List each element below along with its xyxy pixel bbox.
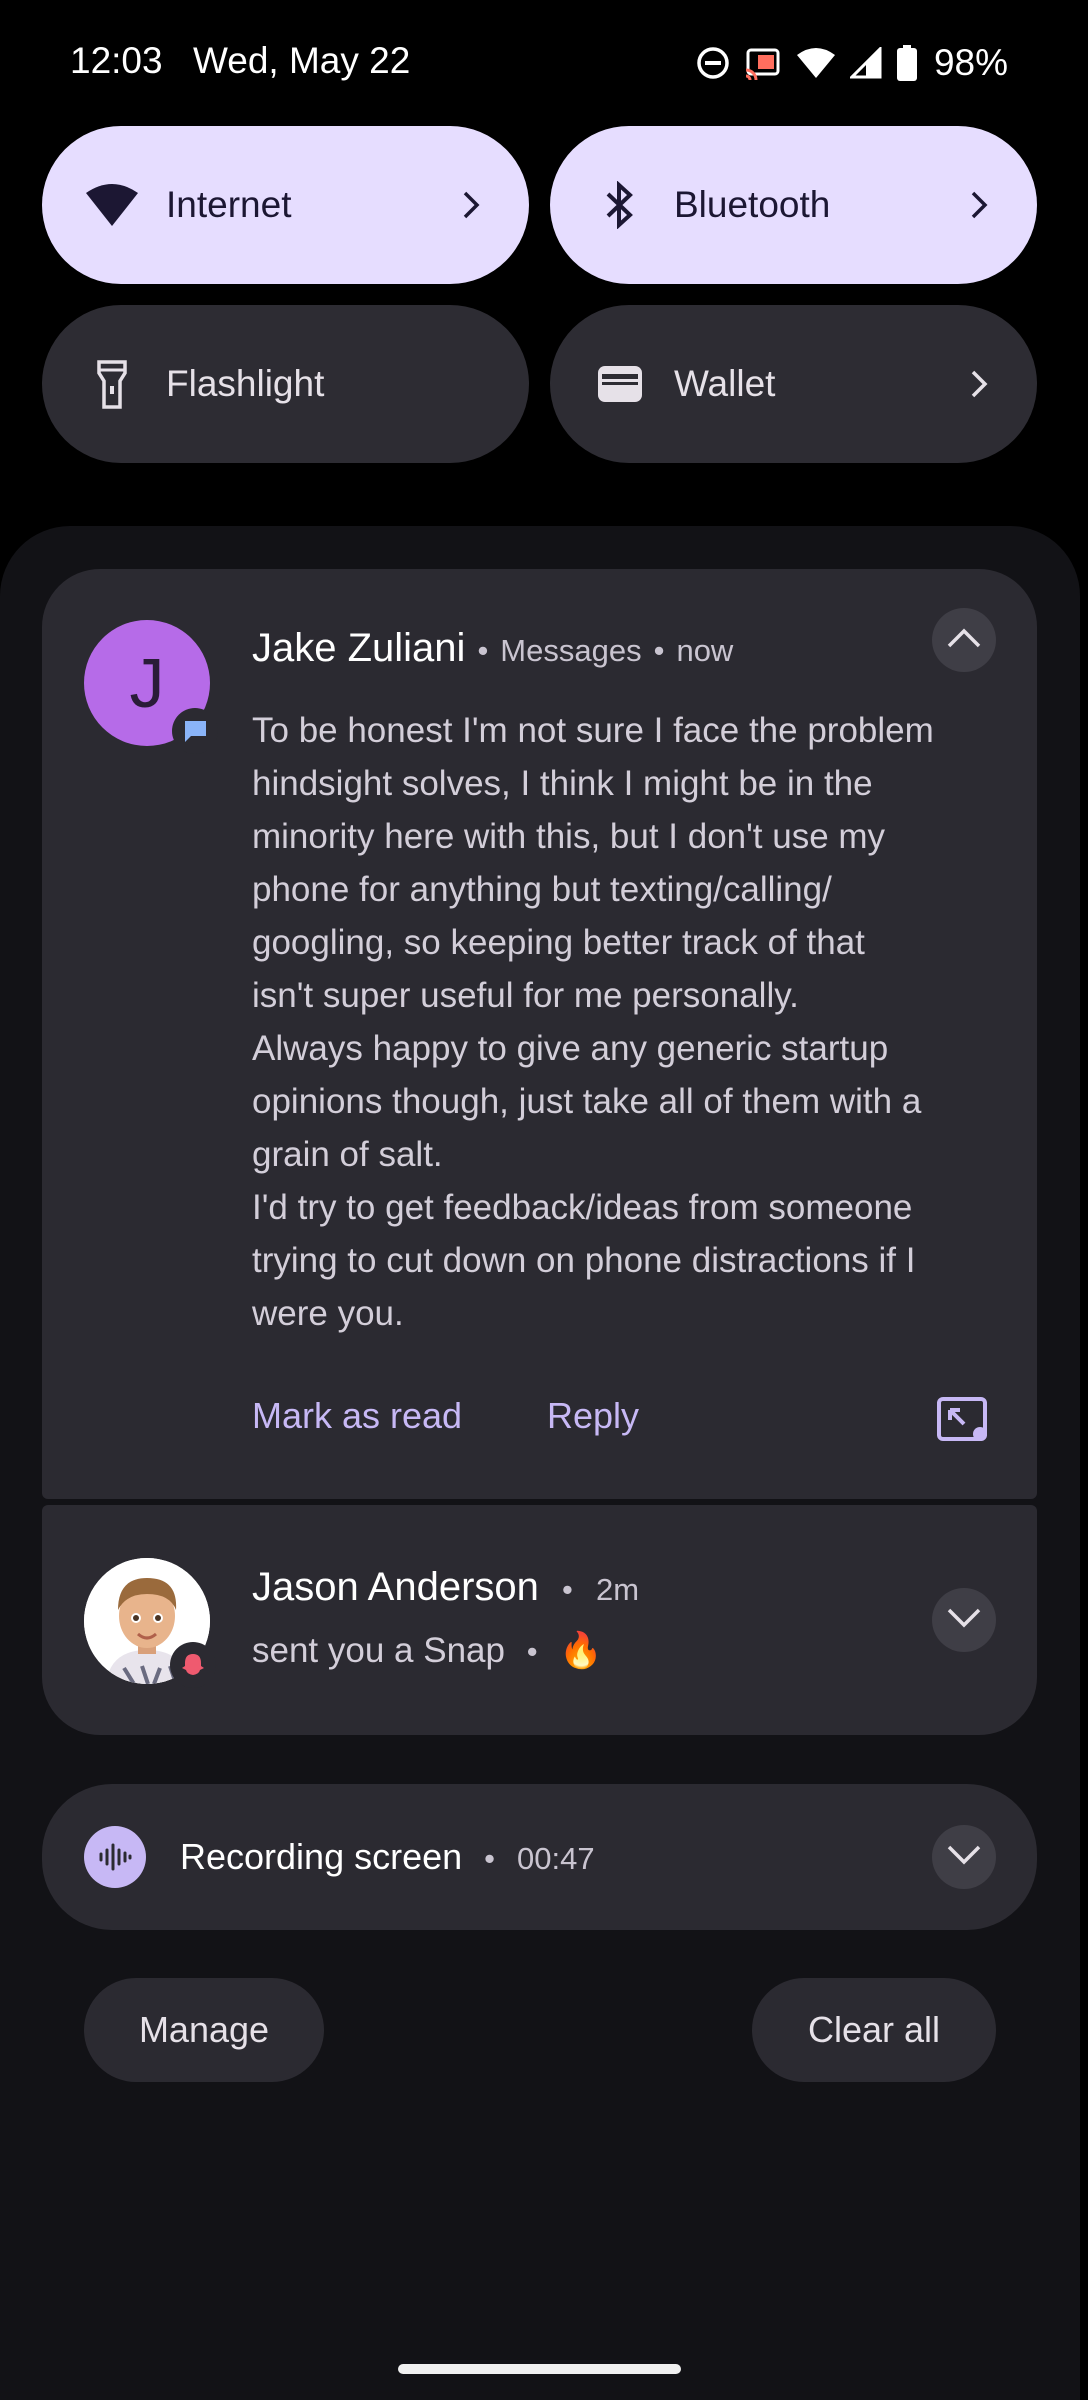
snap-message: sent you a Snap xyxy=(252,1631,505,1670)
collapse-button[interactable] xyxy=(932,608,996,672)
notification-time: 2m xyxy=(595,1572,640,1607)
clear-all-label: Clear all xyxy=(807,2009,941,2050)
bluetooth-icon xyxy=(592,177,648,233)
mark-as-read-button[interactable]: Mark as read xyxy=(252,1395,462,1437)
clear-all-button[interactable]: Clear all xyxy=(752,1978,996,2082)
app-name: Messages xyxy=(500,633,642,668)
message-line: Always happy to give any generic startup xyxy=(252,1029,889,1068)
chevron-right-icon xyxy=(961,366,997,402)
tile-flashlight[interactable]: Flashlight xyxy=(42,305,529,463)
battery-percentage: 98% xyxy=(933,42,1008,83)
tile-label: Internet xyxy=(166,184,292,225)
separator-dot: • xyxy=(653,633,665,668)
home-indicator[interactable] xyxy=(398,2364,681,2374)
sender-name: Jake Zuliani xyxy=(252,626,466,670)
tile-wallet[interactable]: Wallet xyxy=(550,305,1037,463)
avatar-letter: J xyxy=(129,644,165,722)
messages-app-icon xyxy=(172,708,218,754)
tile-label: Flashlight xyxy=(166,363,325,404)
status-time: 12:03 xyxy=(70,40,163,81)
do-not-disturb-icon xyxy=(696,46,730,80)
status-date: Wed, May 22 xyxy=(193,40,411,81)
flashlight-icon xyxy=(84,356,140,412)
status-icons: 98% xyxy=(696,40,1008,86)
tile-bluetooth[interactable]: Bluetooth xyxy=(550,126,1037,284)
battery-icon xyxy=(896,45,918,81)
message-body: To be honest I'm not sure I face the pro… xyxy=(252,704,992,1340)
separator-dot: • xyxy=(562,1572,573,1607)
recording-header: Recording screen • 00:47 xyxy=(180,1836,595,1878)
message-line: googling, so keeping better track of tha… xyxy=(252,923,865,962)
message-line: opinions though, just take all of them w… xyxy=(252,1082,922,1121)
wifi-icon xyxy=(796,47,836,79)
chevron-down-icon xyxy=(946,1607,982,1634)
recording-elapsed: 00:47 xyxy=(517,1841,595,1876)
sound-wave-icon xyxy=(84,1826,146,1888)
expand-button[interactable] xyxy=(932,1825,996,1889)
message-line: were you. xyxy=(252,1294,404,1333)
notification-time: now xyxy=(676,633,734,668)
wifi-icon xyxy=(84,177,140,233)
message-line: minority here with this, but I don't use… xyxy=(252,817,886,856)
snap-header: Jason Anderson • 2m xyxy=(252,1565,639,1610)
recording-title: Recording screen xyxy=(180,1836,463,1877)
chevron-up-icon xyxy=(946,627,982,654)
reply-button[interactable]: Reply xyxy=(547,1395,639,1437)
wallet-icon xyxy=(592,356,648,412)
separator-dot: • xyxy=(526,1634,538,1669)
tile-label: Wallet xyxy=(674,363,776,404)
expand-button[interactable] xyxy=(932,1588,996,1652)
message-line: hindsight solves, I think I might be in … xyxy=(252,764,873,803)
chevron-down-icon xyxy=(946,1844,982,1871)
cast-icon xyxy=(744,46,782,80)
chevron-right-icon xyxy=(961,187,997,223)
chevron-right-icon xyxy=(453,187,489,223)
bubble-icon xyxy=(936,1397,992,1450)
status-bar: 12:03 Wed, May 22 98% xyxy=(0,0,1088,125)
tile-internet[interactable]: Internet xyxy=(42,126,529,284)
message-line: phone for anything but texting/calling/ xyxy=(252,870,832,909)
message-line: isn't super useful for me personally. xyxy=(252,976,799,1015)
snapchat-app-icon xyxy=(170,1642,216,1688)
fire-emoji: 🔥 xyxy=(559,1631,603,1670)
manage-label: Manage xyxy=(138,2009,270,2050)
cellular-signal-icon xyxy=(849,47,882,79)
separator-dot: • xyxy=(484,1841,496,1876)
snap-content: sent you a Snap • 🔥 xyxy=(252,1630,603,1671)
notification-header: Jake Zuliani • Messages • now xyxy=(252,626,733,671)
open-bubble-button[interactable] xyxy=(936,1396,992,1446)
message-line: To be honest I'm not sure I face the pro… xyxy=(252,711,934,750)
message-line: trying to cut down on phone distractions… xyxy=(252,1241,916,1280)
message-line: I'd try to get feedback/ideas from someo… xyxy=(252,1188,913,1227)
manage-button[interactable]: Manage xyxy=(84,1978,324,2082)
separator-dot: • xyxy=(477,633,489,668)
message-line: grain of salt. xyxy=(252,1135,443,1174)
tile-label: Bluetooth xyxy=(674,184,831,225)
sender-name: Jason Anderson xyxy=(252,1565,539,1609)
